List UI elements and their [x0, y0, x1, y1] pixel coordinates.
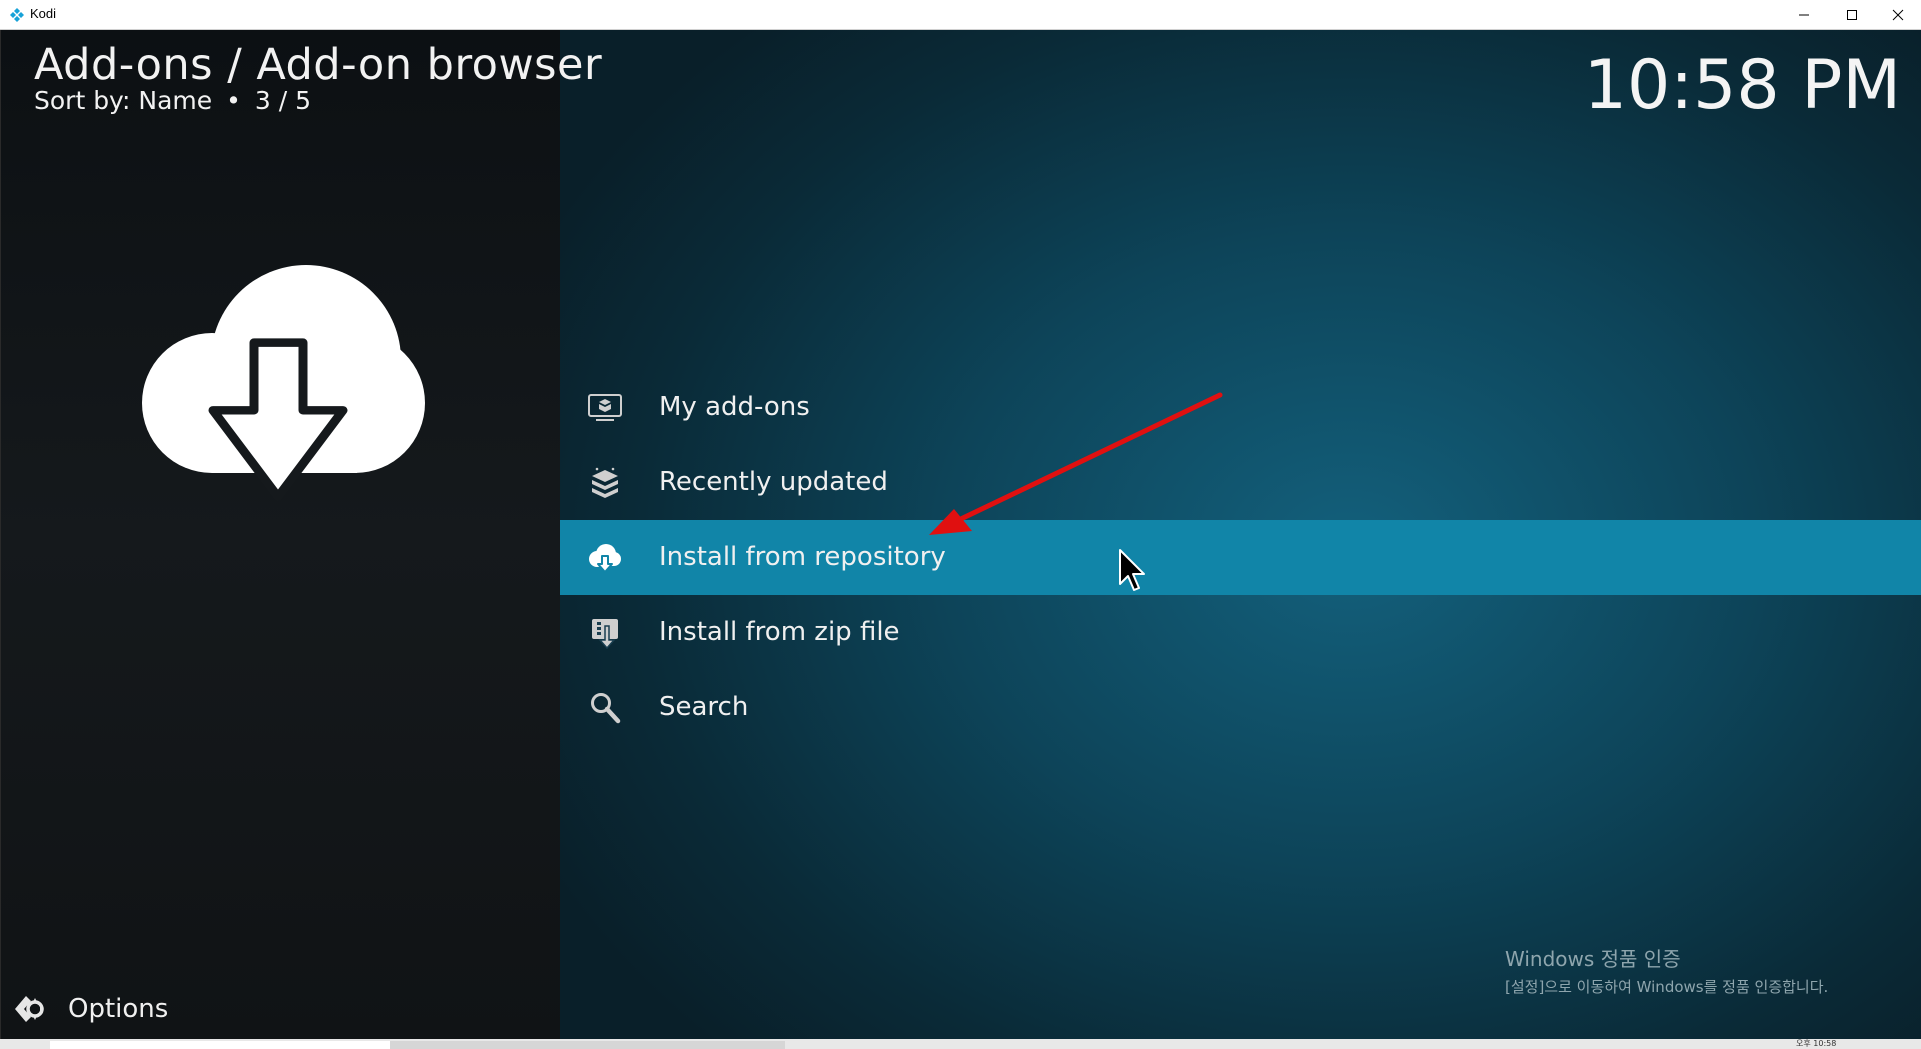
search-icon: [591, 693, 621, 724]
sort-info: Sort by: Name • 3 / 5: [34, 86, 311, 115]
taskbar-apps[interactable]: [390, 1041, 785, 1049]
windows-activation-watermark: Windows 정품 인증 [설정]으로 이동하여 Windows를 정품 인증…: [1505, 943, 1828, 997]
window-title: Kodi: [30, 6, 57, 21]
menu-item-search[interactable]: Search: [560, 670, 1921, 745]
minimize-icon: [1799, 14, 1809, 16]
zip-install-icon: [592, 619, 618, 650]
menu-item-label: Recently updated: [659, 467, 888, 497]
close-button[interactable]: [1875, 0, 1921, 30]
item-position: 3 / 5: [254, 86, 312, 115]
menu-item-install-from-zip[interactable]: Install from zip file: [560, 595, 1921, 670]
menu-item-label: My add-ons: [659, 392, 810, 422]
watermark-subtitle: [설정]으로 이동하여 Windows를 정품 인증합니다.: [1505, 978, 1829, 996]
window-titlebar: Kodi: [0, 0, 1921, 30]
kodi-logo-icon: [10, 8, 24, 22]
minimize-button[interactable]: [1781, 0, 1827, 30]
stacked-boxes-icon: [592, 467, 618, 498]
menu-item-install-from-repository[interactable]: Install from repository: [560, 520, 1921, 595]
menu-item-my-addons[interactable]: My add-ons: [560, 370, 1921, 445]
maximize-icon: [1847, 10, 1857, 20]
options-icon: [15, 996, 44, 1022]
maximize-button[interactable]: [1829, 0, 1875, 30]
taskbar: 오후 10:58: [0, 1039, 1921, 1049]
sort-label: Sort by: Name: [34, 86, 213, 115]
menu-item-label: Install from repository: [659, 542, 946, 572]
cloud-download-icon: [142, 265, 425, 502]
menu-item-recently-updated[interactable]: Recently updated: [560, 445, 1921, 520]
close-icon: [1892, 9, 1904, 21]
clock: 10:58 PM: [1583, 46, 1901, 125]
addon-browser-menu: My add-ons Recently updated Install from…: [560, 370, 1921, 745]
menu-item-label: Install from zip file: [659, 617, 900, 647]
separator-dot: •: [226, 86, 241, 115]
taskbar-search-box[interactable]: [50, 1041, 390, 1049]
taskbar-clock[interactable]: 오후 10:58: [1796, 1039, 1836, 1049]
kodi-app: Add-ons / Add-on browser Sort by: Name • 3…: [0, 30, 1921, 1039]
options-label: Options: [68, 994, 169, 1024]
watermark-title: Windows 정품 인증: [1505, 947, 1681, 971]
menu-item-label: Search: [659, 692, 749, 722]
monitor-box-icon: [588, 394, 622, 421]
cloud-download-icon: [589, 544, 621, 573]
page-title: Add-ons / Add-on browser: [34, 40, 603, 90]
options-button[interactable]: Options: [12, 992, 168, 1026]
preview-panel: [0, 30, 560, 1039]
